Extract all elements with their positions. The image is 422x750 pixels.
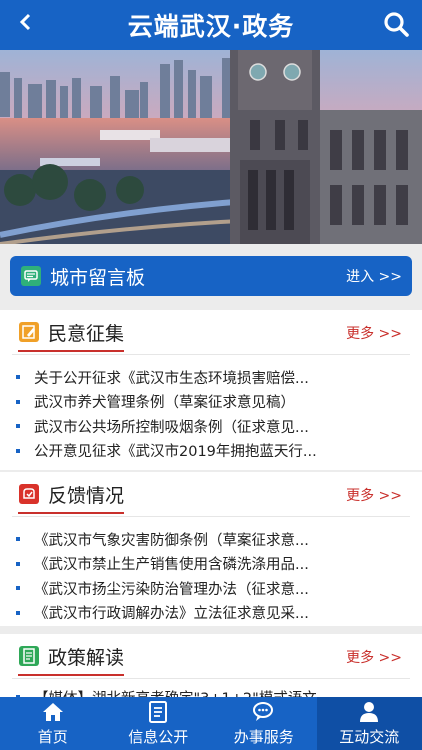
- tab-info-disclosure[interactable]: 信息公开: [106, 697, 212, 750]
- list-item[interactable]: 公开意见征求《武汉市2019年拥抱蓝天行...: [16, 439, 316, 464]
- section-title: 民意征集: [48, 322, 125, 345]
- list-item[interactable]: 【媒体】湖北新高考确定"3+1+2"模式语文...: [16, 685, 316, 697]
- more-link[interactable]: 更多 >>: [346, 323, 402, 343]
- section-feedback: 反馈情况 更多 >> 《武汉市气象灾害防御条例（草案征求意... 《武汉市禁止生…: [0, 472, 422, 626]
- bullet-icon: [16, 561, 20, 566]
- bullet-icon: [16, 537, 20, 542]
- person-icon: [360, 702, 379, 722]
- board-enter-link[interactable]: 进入 >>: [346, 266, 402, 286]
- feedback-icon: [19, 484, 39, 504]
- list-item[interactable]: 武汉市养犬管理条例（草案征求意见稿）: [16, 390, 316, 415]
- tab-home[interactable]: 首页: [0, 697, 106, 750]
- tab-interaction[interactable]: 互动交流: [316, 697, 422, 750]
- title-underline: [18, 350, 124, 352]
- section-title: 政策解读: [48, 646, 125, 669]
- list-item[interactable]: 《武汉市行政调解办法》立法征求意见采...: [16, 601, 316, 626]
- section-title: 反馈情况: [48, 484, 125, 507]
- edit-icon: [19, 322, 39, 342]
- bullet-icon: [16, 424, 20, 429]
- more-link[interactable]: 更多 >>: [346, 647, 402, 667]
- more-link[interactable]: 更多 >>: [346, 485, 402, 505]
- app-header: 云端武汉·政务: [0, 0, 422, 50]
- board-title: 城市留言板: [50, 266, 146, 289]
- policy-icon: [19, 646, 39, 666]
- message-board-icon: [21, 266, 41, 286]
- section-opinion-collection: 民意征集 更多 >> 关于公开征求《武汉市生态环境损害赔偿... 武汉市养犬管理…: [0, 310, 422, 470]
- tab-services[interactable]: 办事服务: [211, 697, 317, 750]
- document-icon: [149, 701, 168, 723]
- back-icon[interactable]: [14, 10, 38, 34]
- chat-icon: [252, 702, 273, 721]
- list-item[interactable]: 《武汉市扬尘污染防治管理办法（征求意...: [16, 576, 316, 601]
- list-item[interactable]: 武汉市公共场所控制吸烟条例（征求意见...: [16, 414, 316, 439]
- section-policy-interpretation: 政策解读 更多 >> 【媒体】湖北新高考确定"3+1+2"模式语文...: [0, 634, 422, 697]
- bottom-tab-bar: 首页 信息公开 办事服务 互动交流: [0, 697, 422, 750]
- bullet-icon: [16, 399, 20, 404]
- title-underline: [18, 674, 124, 676]
- title-underline: [18, 512, 124, 514]
- tab-label: 信息公开: [128, 728, 189, 746]
- tab-label: 互动交流: [339, 728, 400, 746]
- list-item[interactable]: 《武汉市气象灾害防御条例（草案征求意...: [16, 527, 316, 552]
- bullet-icon: [16, 586, 20, 591]
- page-title: 云端武汉·政务: [127, 12, 295, 41]
- list-item[interactable]: 关于公开征求《武汉市生态环境损害赔偿...: [16, 365, 316, 390]
- tab-label: 首页: [37, 728, 68, 746]
- home-icon: [42, 703, 63, 721]
- list-item[interactable]: 《武汉市禁止生产销售使用含磷洗涤用品...: [16, 552, 316, 577]
- city-message-board-banner[interactable]: 城市留言板 进入 >>: [10, 256, 412, 296]
- bullet-icon: [16, 448, 20, 453]
- bullet-icon: [16, 610, 20, 615]
- search-icon[interactable]: [382, 10, 410, 38]
- hero-banner-image[interactable]: [0, 50, 422, 244]
- bullet-icon: [16, 375, 20, 380]
- tab-label: 办事服务: [233, 728, 294, 746]
